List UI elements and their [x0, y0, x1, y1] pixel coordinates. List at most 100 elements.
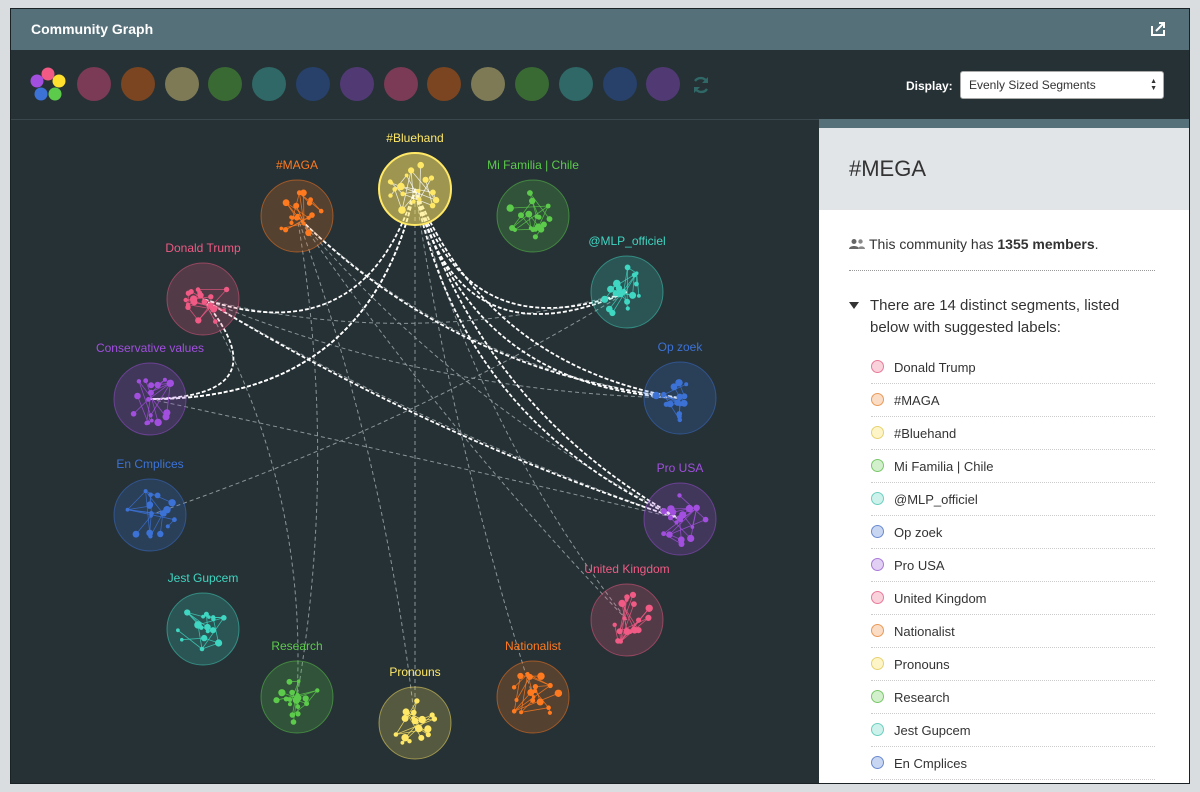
- segment-list-item[interactable]: Nationalist: [871, 615, 1155, 648]
- member-node: [411, 717, 419, 725]
- community-node[interactable]: Mi Familia | Chile: [487, 158, 579, 253]
- member-node: [209, 627, 217, 634]
- community-name: #MEGA: [849, 156, 927, 181]
- member-node: [529, 197, 536, 205]
- segment-list-item[interactable]: United Kingdom: [871, 582, 1155, 615]
- community-node[interactable]: United Kingdom: [584, 562, 670, 657]
- member-node: [400, 740, 405, 745]
- community-label[interactable]: United Kingdom: [584, 562, 669, 576]
- segment-swatch[interactable]: [77, 67, 111, 101]
- community-label[interactable]: Mi Familia | Chile: [487, 158, 579, 172]
- segment-list-item[interactable]: Research: [871, 681, 1155, 714]
- member-node: [537, 672, 545, 680]
- community-label[interactable]: Conservative values: [96, 341, 204, 355]
- community-node[interactable]: En Cmplices: [113, 457, 187, 552]
- community-graph[interactable]: Donald Trump #MAGA #Bluehand Mi Familia | C…: [11, 119, 819, 784]
- community-bubble[interactable]: [496, 179, 570, 253]
- member-node: [163, 506, 171, 514]
- community-node[interactable]: #MAGA: [260, 158, 334, 253]
- member-node: [125, 507, 130, 512]
- member-node: [154, 381, 161, 389]
- segment-list-item[interactable]: Pro USA: [871, 549, 1155, 582]
- segment-swatch[interactable]: [120, 67, 155, 101]
- community-label[interactable]: Donald Trump: [165, 241, 241, 255]
- member-node: [415, 724, 423, 733]
- member-node: [432, 196, 440, 204]
- segment-label: #MAGA: [894, 393, 940, 408]
- member-node: [302, 221, 306, 226]
- member-node: [532, 684, 539, 690]
- community-label[interactable]: @MLP_officiel: [588, 234, 665, 248]
- segment-list-item[interactable]: En Cmplices: [871, 747, 1155, 780]
- segment-swatch[interactable]: [383, 67, 418, 101]
- member-node: [687, 534, 695, 542]
- community-label[interactable]: Jest Gupcem: [168, 571, 239, 585]
- segment-list-item[interactable]: Pronouns: [871, 648, 1155, 681]
- segment-swatch[interactable]: [252, 67, 287, 101]
- community-label[interactable]: Research: [271, 639, 322, 653]
- community-node[interactable]: Op zoek: [643, 340, 717, 435]
- segment-list-item[interactable]: Mi Familia | Chile: [871, 450, 1155, 483]
- segment-list-item[interactable]: Op zoek: [871, 516, 1155, 549]
- refresh-icon[interactable]: [691, 75, 711, 95]
- segment-list-item[interactable]: Jest Gupcem: [871, 714, 1155, 747]
- community-node[interactable]: Nationalist: [496, 639, 570, 734]
- segment-swatch[interactable]: [164, 67, 199, 101]
- member-node: [532, 234, 539, 240]
- member-node: [631, 601, 637, 607]
- member-node: [645, 614, 652, 621]
- community-label[interactable]: Nationalist: [505, 639, 562, 653]
- segment-list-item[interactable]: #MAGA: [871, 384, 1155, 417]
- segment-swatch[interactable]: [296, 67, 330, 101]
- segment-color-dot: [871, 723, 884, 736]
- community-label[interactable]: Op zoek: [658, 340, 704, 354]
- segment-swatch[interactable]: [339, 67, 374, 101]
- segment-color-dot: [871, 492, 884, 505]
- segment-swatch[interactable]: [515, 67, 549, 101]
- segment-label: Donald Trump: [894, 360, 976, 375]
- member-node: [289, 689, 295, 696]
- member-node: [392, 187, 398, 192]
- member-node: [185, 304, 191, 310]
- segment-swatch[interactable]: [558, 67, 593, 101]
- community-label[interactable]: #MAGA: [276, 158, 318, 172]
- segment-label: En Cmplices: [894, 756, 967, 771]
- community-node[interactable]: Jest Gupcem: [166, 571, 240, 666]
- community-node[interactable]: Conservative values: [96, 341, 204, 436]
- community-label[interactable]: Pronouns: [389, 665, 440, 679]
- segment-list-item[interactable]: @MLP_officiel: [871, 483, 1155, 516]
- segment-list-item[interactable]: Donald Trump: [871, 351, 1155, 384]
- community-node[interactable]: Research: [260, 639, 334, 734]
- community-node[interactable]: @MLP_officiel: [588, 234, 666, 329]
- segment-swatch[interactable]: [427, 67, 462, 101]
- member-node: [631, 272, 637, 278]
- community-label[interactable]: Pro USA: [657, 461, 704, 475]
- segment-label: Pro USA: [894, 558, 945, 573]
- member-node: [685, 504, 694, 513]
- share-icon[interactable]: [1149, 20, 1167, 38]
- segment-color-dot: [871, 393, 884, 406]
- member-node: [629, 291, 637, 299]
- segment-list-item[interactable]: #Bluehand: [871, 417, 1155, 450]
- member-node: [172, 517, 177, 523]
- member-node: [304, 701, 310, 707]
- segment-swatch[interactable]: [602, 67, 637, 101]
- member-node: [681, 393, 688, 400]
- member-node: [205, 629, 210, 634]
- member-node: [407, 739, 412, 744]
- member-node: [554, 689, 563, 697]
- display-select-value: Evenly Sized Segments: [969, 78, 1096, 92]
- segment-swatch[interactable]: [208, 67, 243, 101]
- member-node: [615, 285, 623, 292]
- community-label[interactable]: #Bluehand: [386, 131, 443, 145]
- segments-toggle[interactable]: There are 14 distinct segments, listed b…: [849, 295, 1155, 339]
- segment-swatch[interactable]: [646, 67, 681, 101]
- community-node[interactable]: Donald Trump: [165, 241, 241, 336]
- community-node[interactable]: #Bluehand: [378, 131, 452, 226]
- community-node[interactable]: Pro USA: [643, 461, 717, 556]
- display-select[interactable]: Evenly Sized Segments ▲ ▼: [960, 71, 1164, 99]
- segment-swatch[interactable]: [471, 67, 506, 101]
- all-segments-icon[interactable]: [29, 66, 67, 104]
- member-node: [195, 287, 201, 292]
- community-label[interactable]: En Cmplices: [116, 457, 183, 471]
